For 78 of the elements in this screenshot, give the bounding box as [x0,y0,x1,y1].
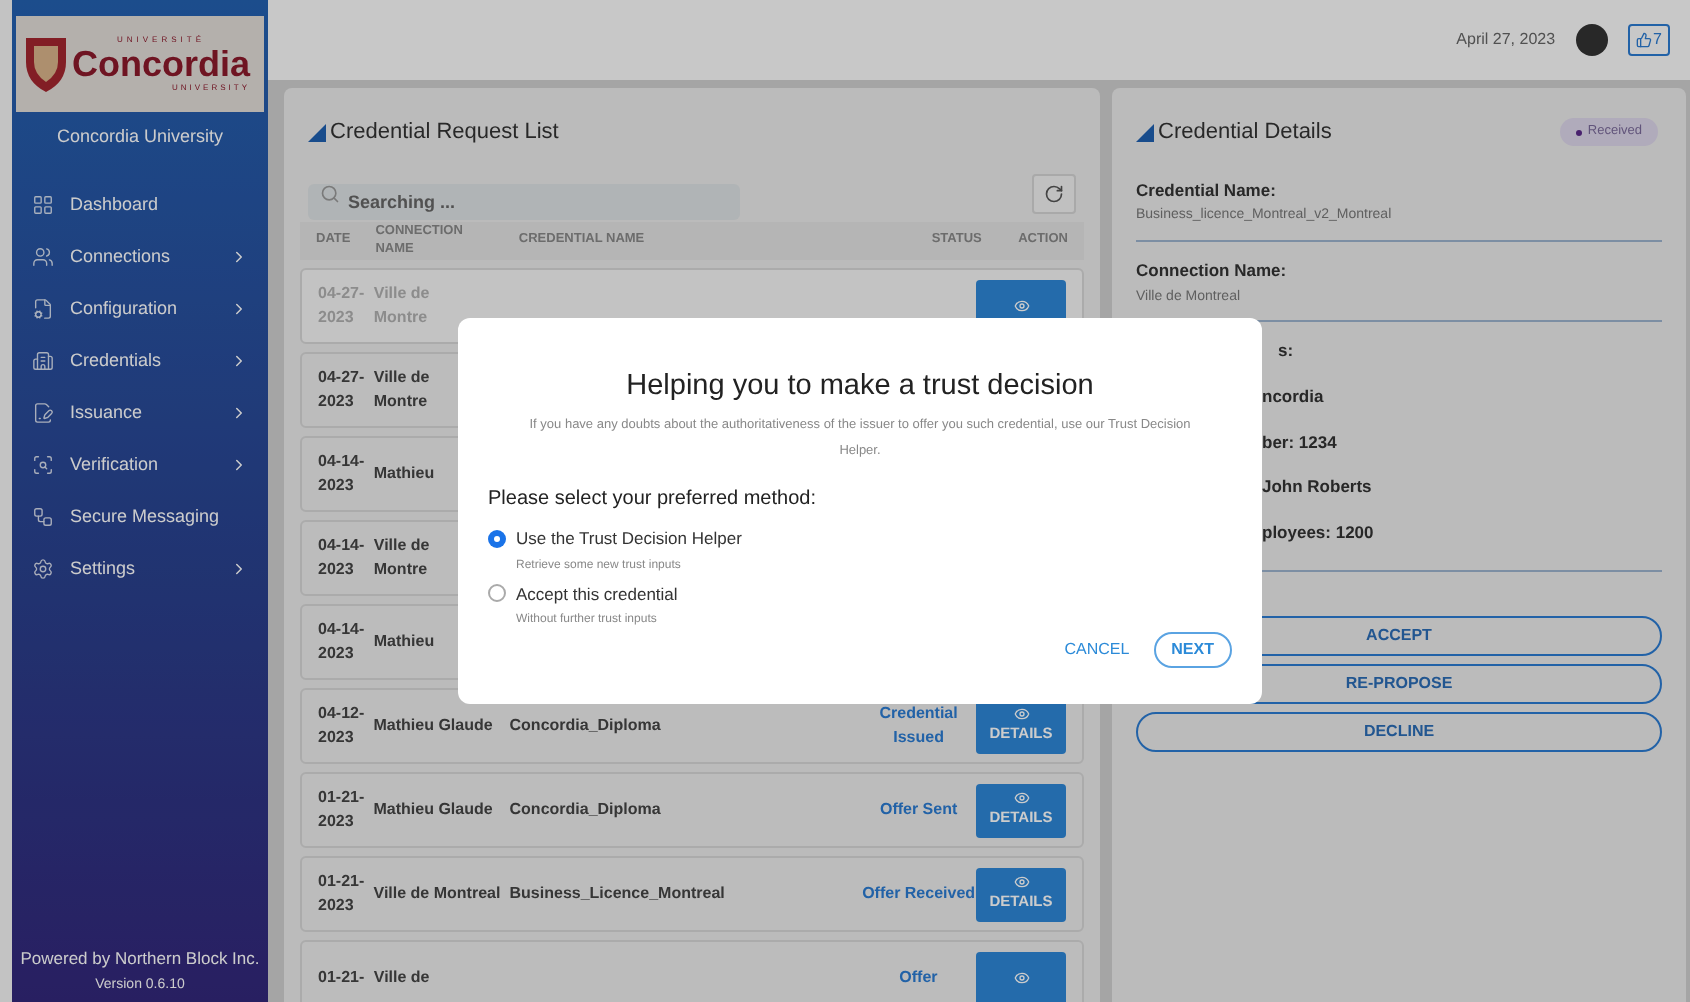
grid-icon [32,194,54,216]
dialog-title: Helping you to make a trust decision [624,368,1096,406]
search-icon [320,183,340,203]
date-cell-text: 04-14-2023 [318,450,367,498]
attributes-label: s: [1278,338,1296,364]
status-cell-text: Offer [897,966,940,990]
refresh-icon [1044,183,1064,203]
logo-name: Concordia [72,44,251,84]
credential-cell-text: Concordia_Diploma [509,798,663,822]
notification-button[interactable]: 7 [1627,24,1670,56]
network-icon [32,506,54,528]
cancel-button[interactable]: CANCEL [1060,638,1134,663]
date-cell-text: 01-21-2023 [318,786,367,834]
connection-cell-text: Ville de Montre [373,366,432,414]
status-cell-text: Credential Issued [877,702,960,750]
triangle-icon [1136,123,1154,142]
panel-title: Credential Request List [330,118,559,148]
search-field[interactable]: Searching ... [308,183,740,219]
eye-icon [1013,874,1029,891]
sidebar-item[interactable]: Credentials [12,335,268,387]
details-button[interactable] [976,951,1066,1002]
triangle-icon [308,123,326,142]
action-button[interactable]: DECLINE [1136,711,1662,752]
eye-icon [1013,298,1029,314]
dialog-question: Please select your preferred method: [488,485,818,514]
attribute-text: ployees: 1200 [1262,520,1376,546]
gear-icon [32,558,54,580]
next-button[interactable]: NEXT [1153,632,1232,669]
eye-icon [1013,706,1029,723]
radio-button[interactable] [488,529,506,548]
sidebar-item[interactable]: Secure Messaging [12,491,268,543]
date-cell-text: 04-27-2023 [318,366,367,414]
connection-cell-text: Mathieu [373,462,437,486]
date-cell-text: 01-21- [318,966,367,990]
connection-cell-text: Ville de [373,966,432,990]
field-label: Credential Name: [1136,177,1278,203]
connection-cell-text: Mathieu Glaude [373,798,495,822]
eye-icon [1013,970,1029,986]
organization-name: Concordia University [54,124,226,150]
date-cell-text: 04-14-2023 [318,534,367,582]
eye-icon [1013,790,1029,807]
credential-cell-text: Concordia_Diploma [509,714,663,738]
building-icon [32,350,54,372]
table-row[interactable]: 01-21- Ville de Offer [300,940,1084,1002]
date-cell-text: 01-21-2023 [318,870,367,918]
thumbs-up-icon [1635,32,1652,48]
attribute-text: ber: 1234 [1262,429,1339,455]
file-pen-icon [32,402,54,424]
scan-search-icon [32,454,54,476]
users-icon [32,246,54,268]
sidebar-item[interactable]: Configuration [12,283,268,335]
sidebar-item[interactable]: Issuance [12,387,268,439]
status-cell: Offer Received [861,882,976,906]
attribute-text: ncordia [1262,383,1326,409]
sidebar-item[interactable]: Connections [12,231,268,283]
date-cell-text: 04-14-2023 [318,618,367,666]
connection-cell-text: Mathieu Glaude [373,714,495,738]
file-gear-icon [32,298,54,320]
sidebar-item[interactable]: Verification [12,439,268,491]
powered-by-text: Powered by Northern Block Inc. [18,945,262,971]
avatar[interactable] [1575,24,1608,56]
shield-icon [24,34,68,94]
status-cell-text: Offer Sent [877,798,960,822]
sidebar-item[interactable]: Settings [12,543,268,595]
credential-cell-text: Business_Licence_Montreal [509,882,727,906]
connection-cell-text: Ville de Montre [373,534,432,582]
panel-title: Credential Details [1158,118,1332,148]
refresh-button[interactable] [1032,173,1076,213]
sidebar-item[interactable]: Dashboard [12,179,268,231]
connection-cell-text: Mathieu [373,630,437,654]
date-cell-text: 04-12-2023 [318,702,367,750]
radio-button[interactable] [488,584,506,603]
date-text: April 27, 2023 [1456,28,1556,52]
attribute-text: John Roberts [1262,474,1374,500]
radio-option[interactable]: Use the Trust Decision Helper [488,525,1232,551]
radio-option[interactable]: Accept this credential [488,581,1232,607]
field-label: Connection Name: [1136,257,1289,283]
connection-cell-text: Ville de Montreal [373,882,503,906]
